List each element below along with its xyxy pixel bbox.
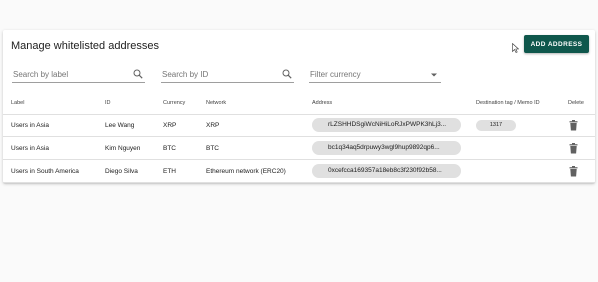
filter-currency-placeholder: Filter currency [310,70,361,79]
filter-currency-select[interactable]: Filter currency [309,69,441,83]
search-icon[interactable] [282,69,292,79]
column-header-delete: Delete [568,100,584,106]
search-by-label-placeholder: Search by label [13,70,69,79]
row-label: Users in Asia [11,145,49,152]
whitelist-card: Manage whitelisted addresses ADD ADDRESS… [3,30,595,183]
address-chip[interactable]: 0xcefcca169357a18eb8c3f230f92b58... [312,164,461,178]
row-network: XRP [206,122,220,129]
row-network: Ethereum network (ERC20) [206,168,286,175]
row-currency: BTC [163,145,176,152]
add-address-button[interactable]: ADD ADDRESS [524,35,589,53]
search-by-id-placeholder: Search by ID [162,70,209,79]
trash-icon[interactable] [569,120,578,131]
row-currency: ETH [163,168,176,175]
column-header-currency: Currency [163,100,186,106]
mouse-cursor-icon [512,43,519,53]
address-chip[interactable]: rLZSHHDSgiWcNiHiLoRJxPWPK3hLj3... [312,118,461,132]
destination-tag-chip[interactable]: 1317 [476,120,516,131]
address-chip[interactable]: bc1q34aq5drpuwy3wgl9hup9892qp6... [312,141,461,155]
column-header-destination-tag: Destination tag / Memo ID [476,100,540,106]
trash-icon[interactable] [569,166,578,177]
table-row: Users in Asia Lee Wang XRP XRP rLZSHHDSg… [3,115,595,137]
column-header-label: Label [11,100,25,106]
row-currency: XRP [163,122,177,129]
search-icon[interactable] [133,69,143,79]
row-id: Lee Wang [105,122,135,129]
table-row: Users in Asia Kim Nguyen BTC BTC bc1q34a… [3,138,595,160]
column-header-address: Address [312,100,333,106]
page-title: Manage whitelisted addresses [11,40,159,52]
search-by-id-input[interactable]: Search by ID [161,69,294,83]
row-id: Diego Silva [105,168,138,175]
row-label: Users in South America [11,168,79,175]
table-row: Users in South America Diego Silva ETH E… [3,161,595,183]
trash-icon[interactable] [569,143,578,154]
column-header-network: Network [206,100,227,106]
arrow-drop-down-icon[interactable] [429,70,439,80]
row-label: Users in Asia [11,122,49,129]
row-network: BTC [206,145,219,152]
search-by-label-input[interactable]: Search by label [12,69,145,83]
row-id: Kim Nguyen [105,145,141,152]
column-header-id: ID [105,100,111,106]
